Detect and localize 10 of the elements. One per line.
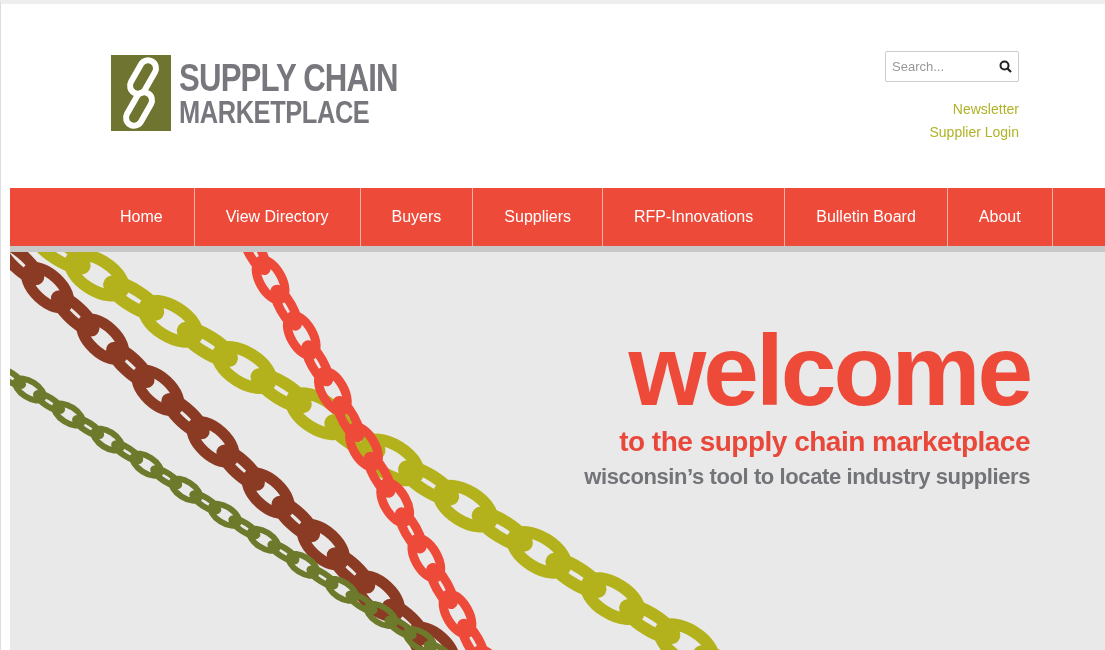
- header-link[interactable]: Supplier Login: [929, 121, 1019, 144]
- search-icon[interactable]: [999, 60, 1012, 73]
- logo-title: SUPPLY CHAIN: [179, 58, 398, 97]
- chain-link-logo-icon: [111, 55, 171, 131]
- search-field[interactable]: Search...: [885, 51, 1019, 82]
- welcome-heading: welcome: [628, 320, 1030, 420]
- welcome-tagline: wisconsin’s tool to locate industry suppliers: [584, 463, 1030, 492]
- header-link[interactable]: Newsletter: [952, 98, 1019, 121]
- logo-subtitle: MARKETPLACE: [179, 96, 371, 128]
- welcome-subheading: to the supply chain marketplace: [619, 425, 1030, 459]
